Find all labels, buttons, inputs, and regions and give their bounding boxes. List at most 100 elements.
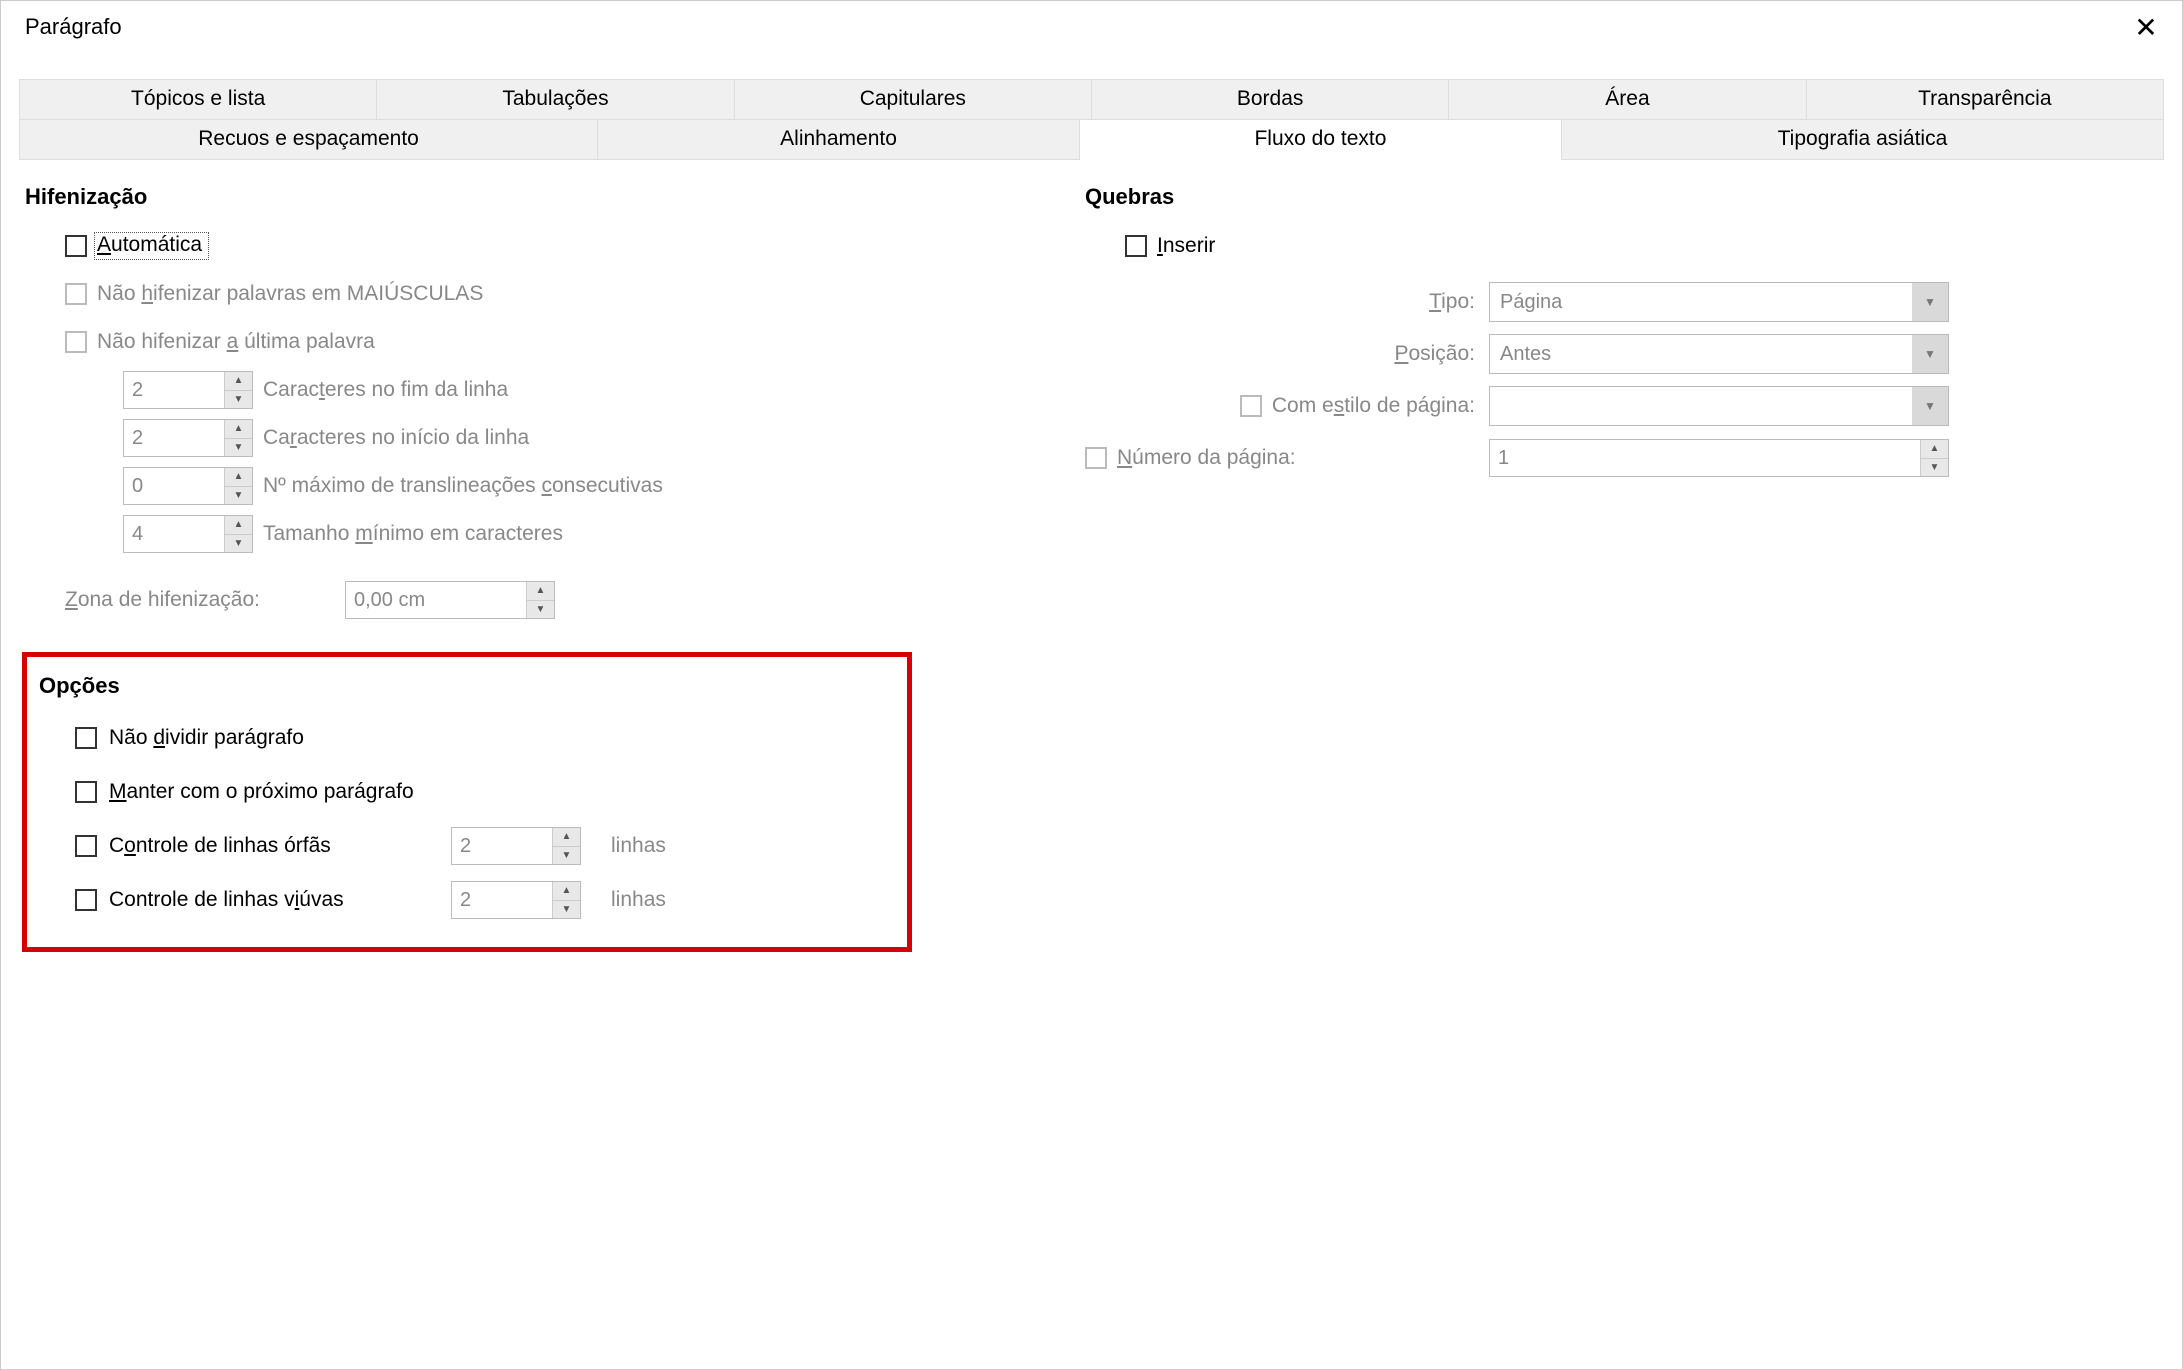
checkbox-no-caps[interactable] — [65, 283, 87, 305]
chevron-up-icon[interactable] — [225, 468, 252, 486]
label-zone: Zona de hifenização: — [65, 588, 335, 612]
chevron-up-icon[interactable] — [225, 420, 252, 438]
spin-min-len[interactable]: 4 — [123, 515, 253, 553]
spin-orphan-buttons — [552, 828, 580, 864]
chevron-up-icon[interactable] — [553, 882, 580, 900]
chevron-up-icon[interactable] — [527, 582, 554, 600]
options-highlight-box: Opções Não dividir parágrafo Manter com … — [22, 652, 912, 952]
label-insert: Inserir — [1157, 234, 1215, 258]
label-min-len: Tamanho mínimo em caracteres — [263, 522, 563, 546]
chevron-down-icon[interactable] — [1912, 387, 1948, 425]
chevron-up-icon[interactable] — [225, 372, 252, 390]
checkbox-no-split[interactable] — [75, 727, 97, 749]
label-no-caps: Não hifenizar palavras em MAIÚSCULAS — [97, 282, 483, 306]
row-page-number: Número da página: 1 — [1085, 432, 2164, 484]
tab-bordas[interactable]: Bordas — [1092, 79, 1449, 120]
checkbox-keep-next[interactable] — [75, 781, 97, 803]
row-automatic: Automática — [25, 222, 1065, 270]
row-type: Tipo: Página — [1085, 276, 2164, 328]
label-page-number: Número da página: — [1117, 446, 1475, 470]
dialog-body: Tópicos e lista Tabulações Capitulares B… — [1, 61, 2182, 952]
dropdown-type[interactable]: Página — [1489, 282, 1949, 322]
chevron-up-icon[interactable] — [1921, 440, 1948, 458]
label-position: Posição: — [1085, 342, 1475, 366]
chevron-down-icon[interactable] — [225, 534, 252, 553]
tab-alinhamento[interactable]: Alinhamento — [598, 120, 1080, 160]
spin-zone-buttons — [526, 582, 554, 618]
tab-topicos-lista[interactable]: Tópicos e lista — [19, 79, 377, 120]
tab-content: Hifenização Automática Não hifenizar pal… — [19, 160, 2164, 952]
spin-start-chars-buttons — [224, 420, 252, 456]
chevron-up-icon[interactable] — [553, 828, 580, 846]
spin-widow[interactable]: 2 — [451, 881, 581, 919]
spin-start-chars[interactable]: 2 — [123, 419, 253, 457]
row-widow: Controle de linhas viúvas 2 linhas — [39, 873, 889, 927]
spin-max-consec[interactable]: 0 — [123, 467, 253, 505]
row-no-split: Não dividir parágrafo — [39, 711, 889, 765]
spin-max-consec-value: 0 — [124, 468, 224, 504]
spin-orphan-value: 2 — [452, 828, 552, 864]
tab-fluxo-texto[interactable]: Fluxo do texto — [1080, 120, 1562, 160]
window-title: Parágrafo — [25, 14, 122, 40]
chevron-down-icon[interactable] — [225, 390, 252, 409]
chevron-down-icon[interactable] — [553, 900, 580, 919]
checkbox-orphan[interactable] — [75, 835, 97, 857]
spin-zone[interactable]: 0,00 cm — [345, 581, 555, 619]
checkbox-page-number[interactable] — [1085, 447, 1107, 469]
checkbox-with-style[interactable] — [1240, 395, 1262, 417]
chevron-up-icon[interactable] — [225, 516, 252, 534]
dropdown-position[interactable]: Antes — [1489, 334, 1949, 374]
label-type: Tipo: — [1085, 290, 1475, 314]
checkbox-widow[interactable] — [75, 889, 97, 911]
with-style-group: Com estilo de página: — [1085, 394, 1475, 418]
spin-end-chars[interactable]: 2 — [123, 371, 253, 409]
tab-tabulacoes[interactable]: Tabulações — [377, 79, 734, 120]
chevron-down-icon[interactable] — [527, 600, 554, 619]
chevron-down-icon[interactable] — [1912, 335, 1948, 373]
tab-transparencia[interactable]: Transparência — [1807, 79, 2164, 120]
dropdown-type-value: Página — [1490, 283, 1912, 321]
checkbox-no-last[interactable] — [65, 331, 87, 353]
row-no-caps: Não hifenizar palavras em MAIÚSCULAS — [25, 270, 1065, 318]
spin-page-number[interactable]: 1 — [1489, 439, 1949, 477]
row-max-consec: 0 Nº máximo de translineações consecutiv… — [25, 462, 1065, 510]
checkbox-insert[interactable] — [1125, 235, 1147, 257]
row-orphan: Controle de linhas órfãs 2 linhas — [39, 819, 889, 873]
tab-recuos[interactable]: Recuos e espaçamento — [19, 120, 598, 160]
page-number-group: Número da página: — [1085, 446, 1475, 470]
spin-start-chars-value: 2 — [124, 420, 224, 456]
dropdown-with-style-value — [1490, 387, 1912, 425]
tab-capitulares[interactable]: Capitulares — [735, 79, 1092, 120]
dropdown-with-style[interactable] — [1489, 386, 1949, 426]
spin-page-number-value: 1 — [1490, 440, 1920, 476]
label-automatic: Automática — [94, 232, 209, 260]
titlebar: Parágrafo ✕ — [1, 1, 2182, 61]
spin-min-len-value: 4 — [124, 516, 224, 552]
tab-area[interactable]: Área — [1449, 79, 1806, 120]
spin-zone-value: 0,00 cm — [346, 582, 526, 618]
spin-page-number-buttons — [1920, 440, 1948, 476]
paragraph-dialog: Parágrafo ✕ Tópicos e lista Tabulações C… — [0, 0, 2183, 1370]
spin-widow-value: 2 — [452, 882, 552, 918]
spin-max-consec-buttons — [224, 468, 252, 504]
tab-tipografia-asiatica[interactable]: Tipografia asiática — [1562, 120, 2164, 160]
chevron-down-icon[interactable] — [1921, 458, 1948, 477]
row-min-len: 4 Tamanho mínimo em caracteres — [25, 510, 1065, 558]
checkbox-automatic[interactable] — [65, 235, 87, 257]
suffix-widow: linhas — [611, 888, 666, 912]
spin-widow-buttons — [552, 882, 580, 918]
chevron-down-icon[interactable] — [225, 438, 252, 457]
chevron-down-icon[interactable] — [1912, 283, 1948, 321]
label-start-chars: Caracteres no início da linha — [263, 426, 529, 450]
row-with-style: Com estilo de página: — [1085, 380, 2164, 432]
section-options: Opções — [39, 673, 889, 699]
label-max-consec: Nº máximo de translineações consecutivas — [263, 474, 663, 498]
chevron-down-icon[interactable] — [225, 486, 252, 505]
dropdown-position-value: Antes — [1490, 335, 1912, 373]
close-icon[interactable]: ✕ — [2126, 11, 2166, 44]
chevron-down-icon[interactable] — [553, 846, 580, 865]
spin-orphan[interactable]: 2 — [451, 827, 581, 865]
label-no-last: Não hifenizar a última palavra — [97, 330, 375, 354]
right-column: Quebras Inserir Tipo: Página Posição: An… — [1065, 184, 2164, 952]
label-with-style: Com estilo de página: — [1272, 394, 1475, 418]
